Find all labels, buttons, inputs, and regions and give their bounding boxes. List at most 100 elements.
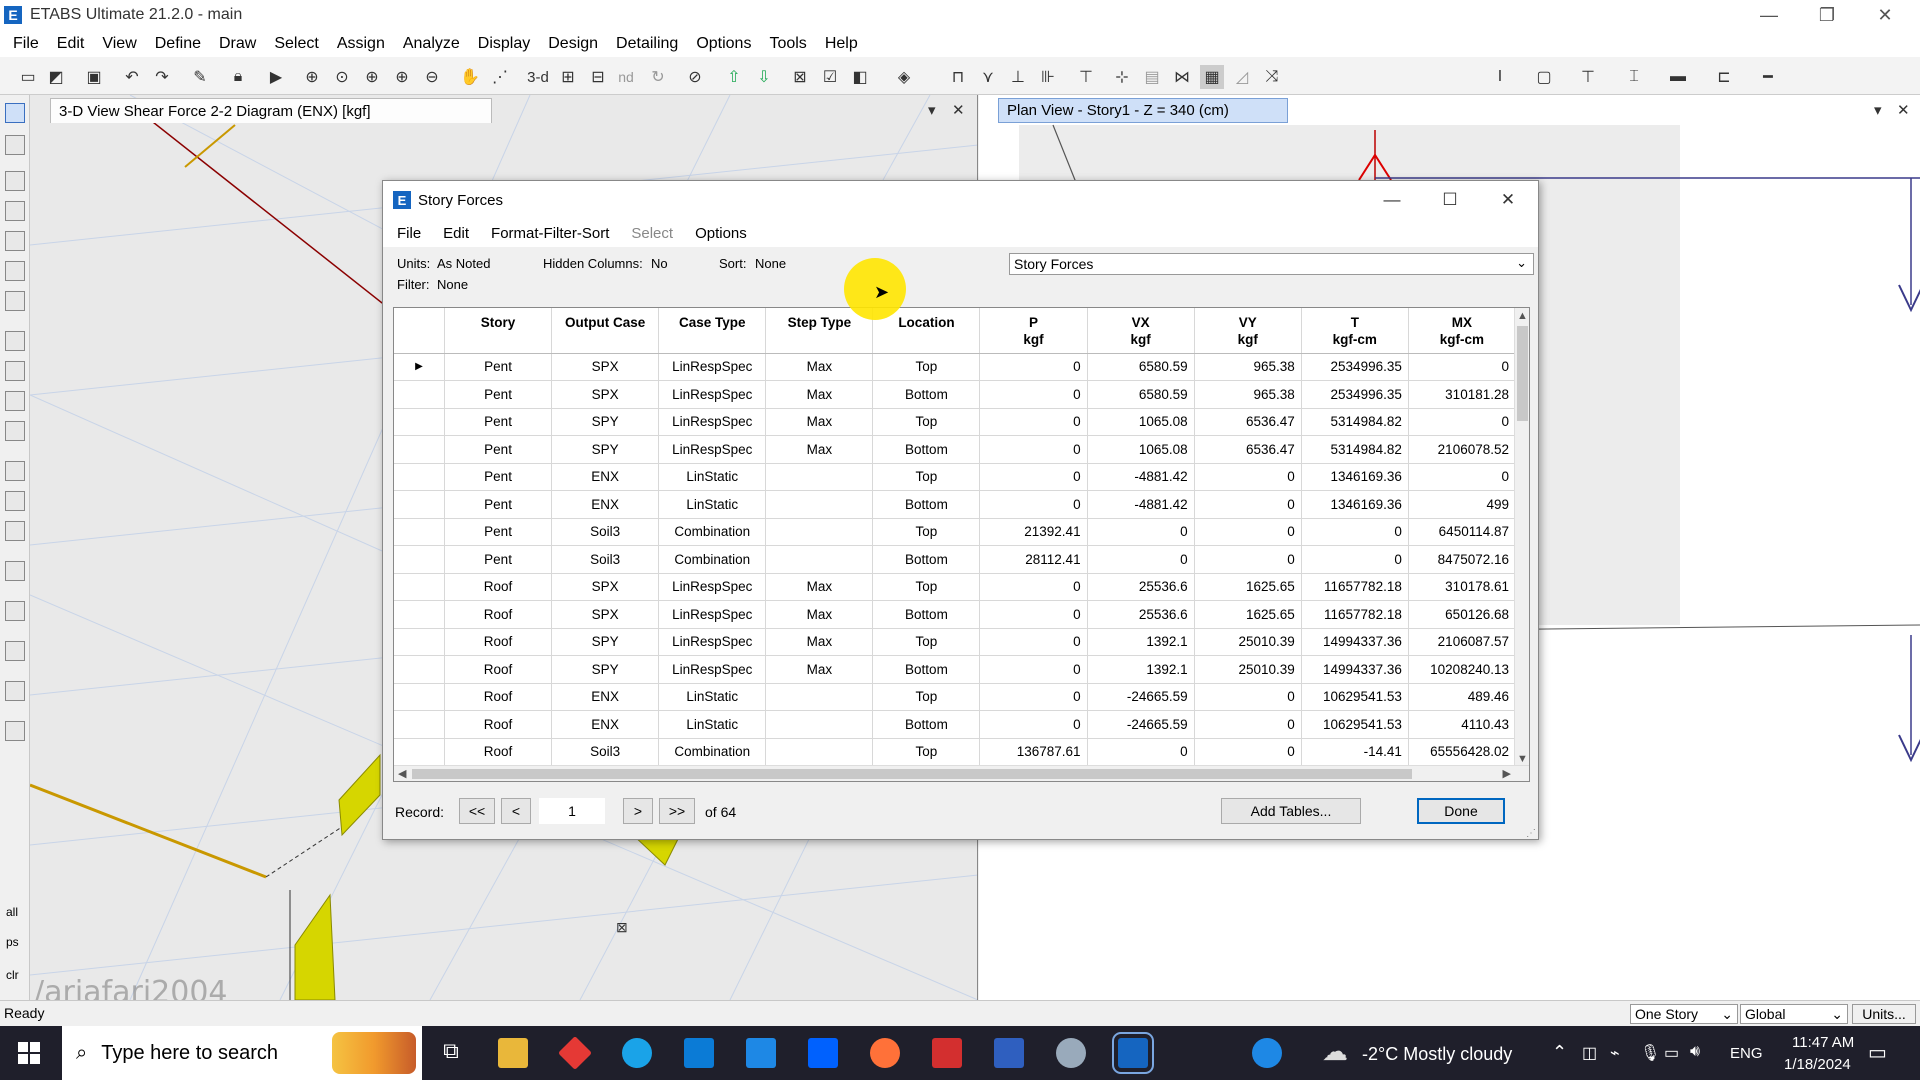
table-cell[interactable]: Bottom — [872, 380, 981, 409]
horizontal-scrollbar[interactable]: ◀ ▶ — [394, 765, 1529, 781]
table-cell[interactable] — [765, 518, 874, 546]
row-selector[interactable] — [394, 655, 446, 684]
table-cell[interactable]: Max — [765, 655, 874, 684]
reshape-icon[interactable] — [5, 135, 25, 155]
table-cell[interactable]: 25010.39 — [1194, 655, 1302, 684]
table-cell[interactable]: 0 — [1408, 353, 1517, 381]
table-cell[interactable]: 0 — [1194, 710, 1302, 739]
table-row[interactable]: Pent SPX LinRespSpec Max Bottom 0 6580.59 965.3… — [394, 380, 1517, 409]
table-cell[interactable]: -14.41 — [1301, 738, 1409, 766]
help-icon[interactable] — [1252, 1038, 1282, 1068]
draw-slab-icon[interactable]: ▤ — [1140, 65, 1164, 89]
menu-tools[interactable]: Tools — [760, 35, 815, 53]
close-button[interactable]: ✕ — [1856, 0, 1914, 30]
draw-dimension-icon[interactable]: ⤨ — [1260, 65, 1284, 89]
table-cell[interactable]: Roof — [444, 683, 553, 711]
column-header[interactable]: T kgf-cm — [1301, 308, 1409, 354]
draw-ramp-icon[interactable]: ◿ — [1230, 65, 1254, 89]
table-cell[interactable]: 965.38 — [1194, 353, 1302, 381]
draw-deck-icon[interactable] — [5, 521, 25, 541]
table-cell[interactable]: 0 — [1194, 463, 1302, 491]
draw-column-icon[interactable]: ⊪ — [1036, 65, 1060, 89]
table-cell[interactable]: 0 — [979, 380, 1088, 409]
table-cell[interactable]: LinStatic — [658, 683, 767, 711]
table-cell[interactable]: Soil3 — [551, 738, 660, 766]
table-cell[interactable]: LinRespSpec — [658, 655, 767, 684]
table-cell[interactable]: 25536.6 — [1087, 600, 1195, 629]
vertical-scrollbar[interactable]: ▲ ▼ — [1514, 308, 1529, 767]
table-cell[interactable]: 0 — [1087, 545, 1195, 574]
minimize-button[interactable]: — — [1740, 0, 1798, 30]
table-cell[interactable]: Combination — [658, 518, 767, 546]
table-cell[interactable]: SPX — [551, 380, 660, 409]
table-cell[interactable]: Pent — [444, 408, 553, 436]
dialog-menu-format-filter-sort[interactable]: Format-Filter-Sort — [491, 225, 609, 242]
menu-assign[interactable]: Assign — [328, 35, 394, 53]
table-cell[interactable]: Pent — [444, 353, 553, 381]
table-cell[interactable] — [765, 463, 874, 491]
story-forces-table[interactable]: Story Output Case Case Type Step Type Lo… — [393, 307, 1530, 782]
table-cell[interactable]: 2534996.35 — [1301, 353, 1409, 381]
dialog-menu-options[interactable]: Options — [695, 225, 747, 242]
table-cell[interactable]: 6536.47 — [1194, 408, 1302, 436]
draw-bar-icon[interactable]: ━ — [1756, 65, 1780, 89]
draw-line-tool-icon[interactable] — [5, 171, 25, 191]
restore-button[interactable]: ❐ — [1798, 0, 1856, 30]
draw-opening-icon[interactable]: ⋈ — [1170, 65, 1194, 89]
table-row[interactable]: Pent ENX LinStatic Top 0 -4881.42 0 1346169.36 0 — [394, 463, 1517, 491]
pencil-icon[interactable]: ✎ — [188, 65, 212, 89]
draw-circle-icon[interactable] — [5, 421, 25, 441]
table-cell[interactable]: Top — [872, 353, 981, 381]
first-record-button[interactable]: << — [459, 798, 495, 824]
table-cell[interactable]: Roof — [444, 628, 553, 656]
column-header[interactable]: VY kgf — [1194, 308, 1302, 354]
object-shrink-icon[interactable]: ⊠ — [788, 65, 812, 89]
table-cell[interactable]: Roof — [444, 573, 553, 601]
volume-icon[interactable]: 🔊︎ — [1690, 1043, 1700, 1061]
open-icon[interactable]: ◩ — [44, 65, 68, 89]
units-button[interactable]: Units... — [1852, 1004, 1916, 1024]
table-cell[interactable]: 21392.41 — [979, 518, 1088, 546]
run-analysis-icon[interactable]: ▶ — [264, 65, 288, 89]
clock-date[interactable]: 1/18/2024 — [1784, 1056, 1851, 1073]
table-cell[interactable]: SPX — [551, 573, 660, 601]
table-cell[interactable]: Bottom — [872, 655, 981, 684]
table-cell[interactable]: 65556428.02 — [1408, 738, 1517, 766]
table-cell[interactable]: Pent — [444, 490, 553, 519]
dialog-menu-edit[interactable]: Edit — [443, 225, 469, 242]
column-header[interactable]: VX kgf — [1087, 308, 1195, 354]
draw-link-icon[interactable] — [5, 561, 25, 581]
table-cell[interactable]: LinRespSpec — [658, 380, 767, 409]
draw-opening-tool-icon[interactable] — [5, 491, 25, 511]
table-cell[interactable]: Max — [765, 628, 874, 656]
table-cell[interactable]: 310178.61 — [1408, 573, 1517, 601]
table-row[interactable]: Pent SPY LinRespSpec Max Bottom 0 1065.08 6536.… — [394, 435, 1517, 464]
table-cell[interactable]: 0 — [1194, 683, 1302, 711]
table-cell[interactable]: Top — [872, 408, 981, 436]
table-cell[interactable]: 1065.08 — [1087, 435, 1195, 464]
draw-diagonal-icon[interactable] — [5, 201, 25, 221]
draw-stair-icon[interactable] — [5, 601, 25, 621]
column-header[interactable]: MX kgf-cm — [1408, 308, 1517, 354]
chevron-down-icon[interactable]: ▾ — [928, 101, 936, 119]
table-cell[interactable]: 6580.59 — [1087, 353, 1195, 381]
scroll-left-icon[interactable]: ◀ — [398, 767, 406, 780]
rotate-icon[interactable]: ↻ — [646, 65, 670, 89]
draw-text-icon[interactable]: I — [1488, 65, 1512, 89]
row-selector[interactable] — [394, 628, 446, 656]
record-number-input[interactable]: 1 — [539, 798, 605, 824]
table-row[interactable]: ▶ Pent SPX LinRespSpec Max Top 0 6580.59 965.38 2… — [394, 353, 1517, 381]
draw-dim-icon[interactable] — [5, 721, 25, 741]
table-cell[interactable]: LinRespSpec — [658, 435, 767, 464]
table-cell[interactable]: 4110.43 — [1408, 710, 1517, 739]
etabs-taskbar-icon[interactable] — [1112, 1032, 1154, 1074]
column-header[interactable]: Story — [444, 308, 553, 354]
mail-icon[interactable] — [746, 1038, 776, 1068]
zoom-window-icon[interactable]: ⊕ — [300, 65, 324, 89]
draw-rect-icon[interactable] — [5, 361, 25, 381]
menu-view[interactable]: View — [93, 35, 145, 53]
weather-text[interactable]: -2°C Mostly cloudy — [1362, 1044, 1512, 1065]
scroll-thumb[interactable] — [412, 769, 1412, 779]
zoom-previous-icon[interactable]: ⊕ — [390, 65, 414, 89]
table-cell[interactable]: Bottom — [872, 490, 981, 519]
